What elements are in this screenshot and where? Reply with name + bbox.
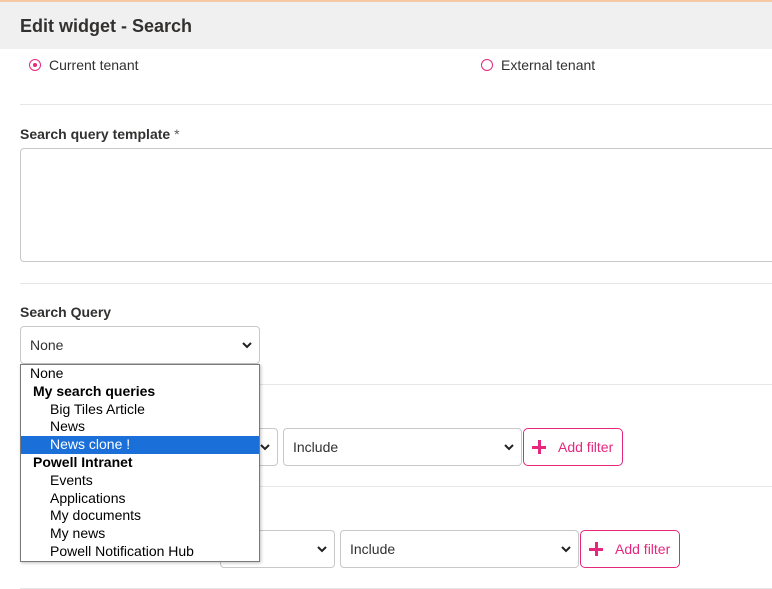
section-divider	[20, 104, 772, 105]
section-divider	[20, 283, 772, 284]
chevron-down-icon	[242, 342, 252, 349]
dropdown-option-my-news[interactable]: My news	[21, 525, 259, 543]
add-filter-button-1[interactable]: Add filter	[523, 428, 623, 466]
dialog-header: Edit widget - Search	[0, 0, 772, 49]
search-query-dropdown-list: None My search queries Big Tiles Article…	[20, 364, 260, 562]
required-mark: *	[174, 126, 180, 142]
add-filter-label-1: Add filter	[558, 439, 614, 455]
radio-checked-icon	[29, 59, 41, 71]
dropdown-option-events[interactable]: Events	[21, 472, 259, 490]
dropdown-option-none[interactable]: None	[21, 365, 259, 383]
filter-include-value-2: Include	[350, 541, 396, 557]
dropdown-option-applications[interactable]: Applications	[21, 490, 259, 508]
query-template-label: Search query template *	[20, 126, 180, 142]
external-tenant-label: External tenant	[501, 57, 596, 73]
dropdown-option-my-documents[interactable]: My documents	[21, 507, 259, 525]
radio-unchecked-icon	[481, 59, 493, 71]
add-filter-label-2: Add filter	[615, 541, 671, 557]
chevron-down-icon	[317, 546, 327, 553]
chevron-down-icon	[260, 444, 270, 451]
plus-icon	[532, 440, 546, 454]
plus-icon	[589, 542, 603, 556]
current-tenant-label: Current tenant	[49, 57, 139, 73]
add-filter-button-2[interactable]: Add filter	[580, 530, 680, 568]
current-tenant-radio[interactable]: Current tenant	[29, 56, 139, 74]
dialog-title: Edit widget - Search	[20, 16, 193, 36]
search-query-selected-value: None	[30, 337, 64, 353]
chevron-down-icon	[504, 444, 514, 451]
external-tenant-radio[interactable]: External tenant	[481, 56, 595, 74]
search-query-label: Search Query	[20, 304, 112, 320]
dropdown-option-news-clone[interactable]: News clone !	[21, 436, 259, 454]
query-template-textarea[interactable]	[20, 148, 772, 262]
search-query-select[interactable]: None	[20, 326, 260, 364]
chevron-down-icon	[561, 546, 571, 553]
filter-include-select-2[interactable]: Include	[340, 530, 579, 568]
dropdown-option-powell-notification-hub[interactable]: Powell Notification Hub	[21, 543, 259, 561]
dropdown-group-powell-intranet: Powell Intranet	[33, 453, 133, 470]
dropdown-option-news[interactable]: News	[21, 418, 259, 436]
dropdown-option-big-tiles-article[interactable]: Big Tiles Article	[21, 401, 259, 419]
filter-include-select-1[interactable]: Include	[283, 428, 522, 466]
dropdown-group-my-search-queries: My search queries	[33, 382, 156, 399]
filter-include-value-1: Include	[293, 439, 339, 455]
